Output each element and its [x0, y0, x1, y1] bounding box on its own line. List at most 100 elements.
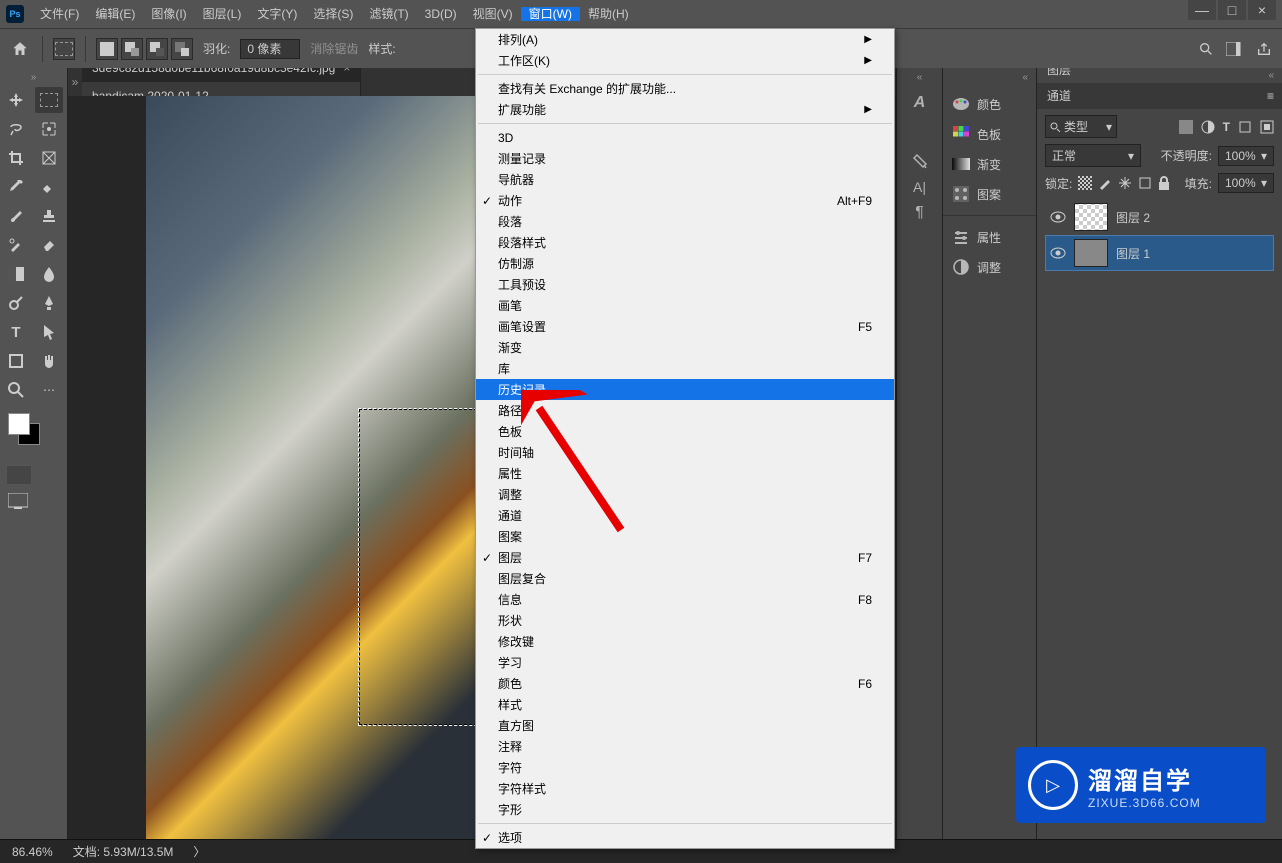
menu-item-注释[interactable]: 注释: [476, 736, 894, 757]
menu-item-扩展功能[interactable]: 扩展功能▶: [476, 99, 894, 120]
layer-item[interactable]: 图层 2: [1045, 199, 1274, 235]
menu-item-导航器[interactable]: 导航器: [476, 169, 894, 190]
menu-item-调整[interactable]: 调整: [476, 484, 894, 505]
share-icon[interactable]: [1256, 41, 1272, 57]
menu-item-形状[interactable]: 形状: [476, 610, 894, 631]
marquee-tool[interactable]: [35, 87, 63, 113]
stamp-tool[interactable]: [35, 203, 63, 229]
eyedropper-tool[interactable]: [2, 174, 30, 200]
menu-item-查找有关 Exchange 的扩展功能...[interactable]: 查找有关 Exchange 的扩展功能...: [476, 78, 894, 99]
hand-tool[interactable]: [35, 348, 63, 374]
feather-input[interactable]: [240, 39, 300, 59]
blur-tool[interactable]: [35, 261, 63, 287]
menu-item-时间轴[interactable]: 时间轴: [476, 442, 894, 463]
menu-编辑[interactable]: 编辑(E): [87, 7, 143, 21]
strip2-collapse[interactable]: «: [943, 72, 1036, 83]
menu-item-修改键[interactable]: 修改键: [476, 631, 894, 652]
filter-type-select[interactable]: 类型 ▾: [1045, 115, 1117, 138]
menu-item-路径[interactable]: 路径: [476, 400, 894, 421]
menu-item-属性[interactable]: 属性: [476, 463, 894, 484]
crop-tool[interactable]: [2, 145, 30, 171]
menu-item-工作区(K)[interactable]: 工作区(K)▶: [476, 50, 894, 71]
menu-图像[interactable]: 图像(I): [143, 7, 194, 21]
strip-collapse[interactable]: «: [917, 72, 923, 83]
status-arrow[interactable]: 〉: [193, 843, 205, 860]
maximize-button[interactable]: □: [1218, 0, 1246, 20]
standard-mode-button[interactable]: [6, 465, 32, 485]
lock-position-icon[interactable]: [1118, 176, 1132, 190]
quick-select-tool[interactable]: [35, 116, 63, 142]
menu-item-字形[interactable]: 字形: [476, 799, 894, 820]
panel-shortcut-色板[interactable]: 色板: [943, 119, 1036, 149]
menu-item-库[interactable]: 库: [476, 358, 894, 379]
menu-item-通道[interactable]: 通道: [476, 505, 894, 526]
menu-item-图层[interactable]: ✓图层F7: [476, 547, 894, 568]
menu-item-排列(A)[interactable]: 排列(A)▶: [476, 29, 894, 50]
close-button[interactable]: ×: [1248, 0, 1276, 20]
blend-mode-select[interactable]: 正常▾: [1045, 144, 1141, 167]
new-selection-icon[interactable]: [96, 38, 118, 60]
menu-item-字符[interactable]: 字符: [476, 757, 894, 778]
collapse-arrows[interactable]: »: [2, 72, 65, 83]
eraser-tool[interactable]: [35, 232, 63, 258]
menu-文件[interactable]: 文件(F): [32, 7, 87, 21]
subtract-selection-icon[interactable]: [146, 38, 168, 60]
filter-smart-icon[interactable]: [1260, 120, 1274, 134]
screen-mode-icon[interactable]: [8, 493, 65, 509]
fill-input[interactable]: 100%▾: [1218, 173, 1274, 193]
menu-item-段落样式[interactable]: 段落样式: [476, 232, 894, 253]
foreground-color[interactable]: [8, 413, 30, 435]
menu-文字[interactable]: 文字(Y): [249, 7, 305, 21]
menu-item-画笔[interactable]: 画笔: [476, 295, 894, 316]
menu-item-信息[interactable]: 信息F8: [476, 589, 894, 610]
menu-item-工具预设[interactable]: 工具预设: [476, 274, 894, 295]
menu-item-段落[interactable]: 段落: [476, 211, 894, 232]
menu-item-画笔设置[interactable]: 画笔设置F5: [476, 316, 894, 337]
workspace-switcher-icon[interactable]: [1226, 42, 1244, 56]
layer-name[interactable]: 图层 2: [1116, 209, 1150, 226]
menu-item-渐变[interactable]: 渐变: [476, 337, 894, 358]
lock-artboard-icon[interactable]: [1138, 176, 1152, 190]
opacity-input[interactable]: 100%▾: [1218, 146, 1274, 166]
selection-mode-icon[interactable]: [53, 38, 75, 60]
menu-3d[interactable]: 3D(D): [417, 7, 465, 21]
menu-item-颜色[interactable]: 颜色F6: [476, 673, 894, 694]
menu-item-图案[interactable]: 图案: [476, 526, 894, 547]
menu-item-选项[interactable]: ✓选项: [476, 827, 894, 848]
menu-帮助[interactable]: 帮助(H): [580, 7, 637, 21]
zoom-tool[interactable]: [2, 377, 30, 403]
document-tab[interactable]: 3de9c82d158d0be11b68f0a19d8bc3e42fc.jpg×: [82, 68, 361, 82]
visibility-icon[interactable]: [1050, 245, 1066, 261]
filter-type-icon[interactable]: T: [1223, 120, 1230, 134]
layer-item[interactable]: 图层 1: [1045, 235, 1274, 271]
search-icon[interactable]: [1198, 41, 1214, 57]
tabs-collapse[interactable]: »: [68, 75, 82, 89]
brush-tool[interactable]: [2, 203, 30, 229]
color-swatches[interactable]: [8, 413, 48, 453]
menu-item-动作[interactable]: ✓动作Alt+F9: [476, 190, 894, 211]
history-brush-tool[interactable]: [2, 232, 30, 258]
menu-item-仿制源[interactable]: 仿制源: [476, 253, 894, 274]
gradient-tool[interactable]: [2, 261, 30, 287]
intersect-selection-icon[interactable]: [171, 38, 193, 60]
filter-pixel-icon[interactable]: [1179, 120, 1193, 134]
tool-presets-icon[interactable]: [908, 149, 932, 173]
lock-all-icon[interactable]: [1158, 176, 1170, 190]
layer-thumbnail[interactable]: [1074, 239, 1108, 267]
frame-tool[interactable]: [35, 145, 63, 171]
panel-menu-icon[interactable]: ≡: [1259, 89, 1282, 103]
menu-item-学习[interactable]: 学习: [476, 652, 894, 673]
close-tab-icon[interactable]: ×: [343, 68, 350, 75]
menu-item-测量记录[interactable]: 测量记录: [476, 148, 894, 169]
menu-选择[interactable]: 选择(S): [305, 7, 361, 21]
menu-item-历史记录[interactable]: 历史记录: [476, 379, 894, 400]
menu-item-样式[interactable]: 样式: [476, 694, 894, 715]
document-size[interactable]: 文档: 5.93M/13.5M: [73, 843, 174, 860]
menu-item-直方图[interactable]: 直方图: [476, 715, 894, 736]
menu-视图[interactable]: 视图(V): [465, 7, 521, 21]
paragraph-panel-icon[interactable]: ¶: [908, 201, 932, 225]
menu-图层[interactable]: 图层(L): [195, 7, 250, 21]
character-panel-icon[interactable]: A: [908, 91, 932, 115]
edit-toolbar[interactable]: ⋯: [35, 377, 63, 403]
panel-shortcut-属性[interactable]: 属性: [943, 222, 1036, 252]
